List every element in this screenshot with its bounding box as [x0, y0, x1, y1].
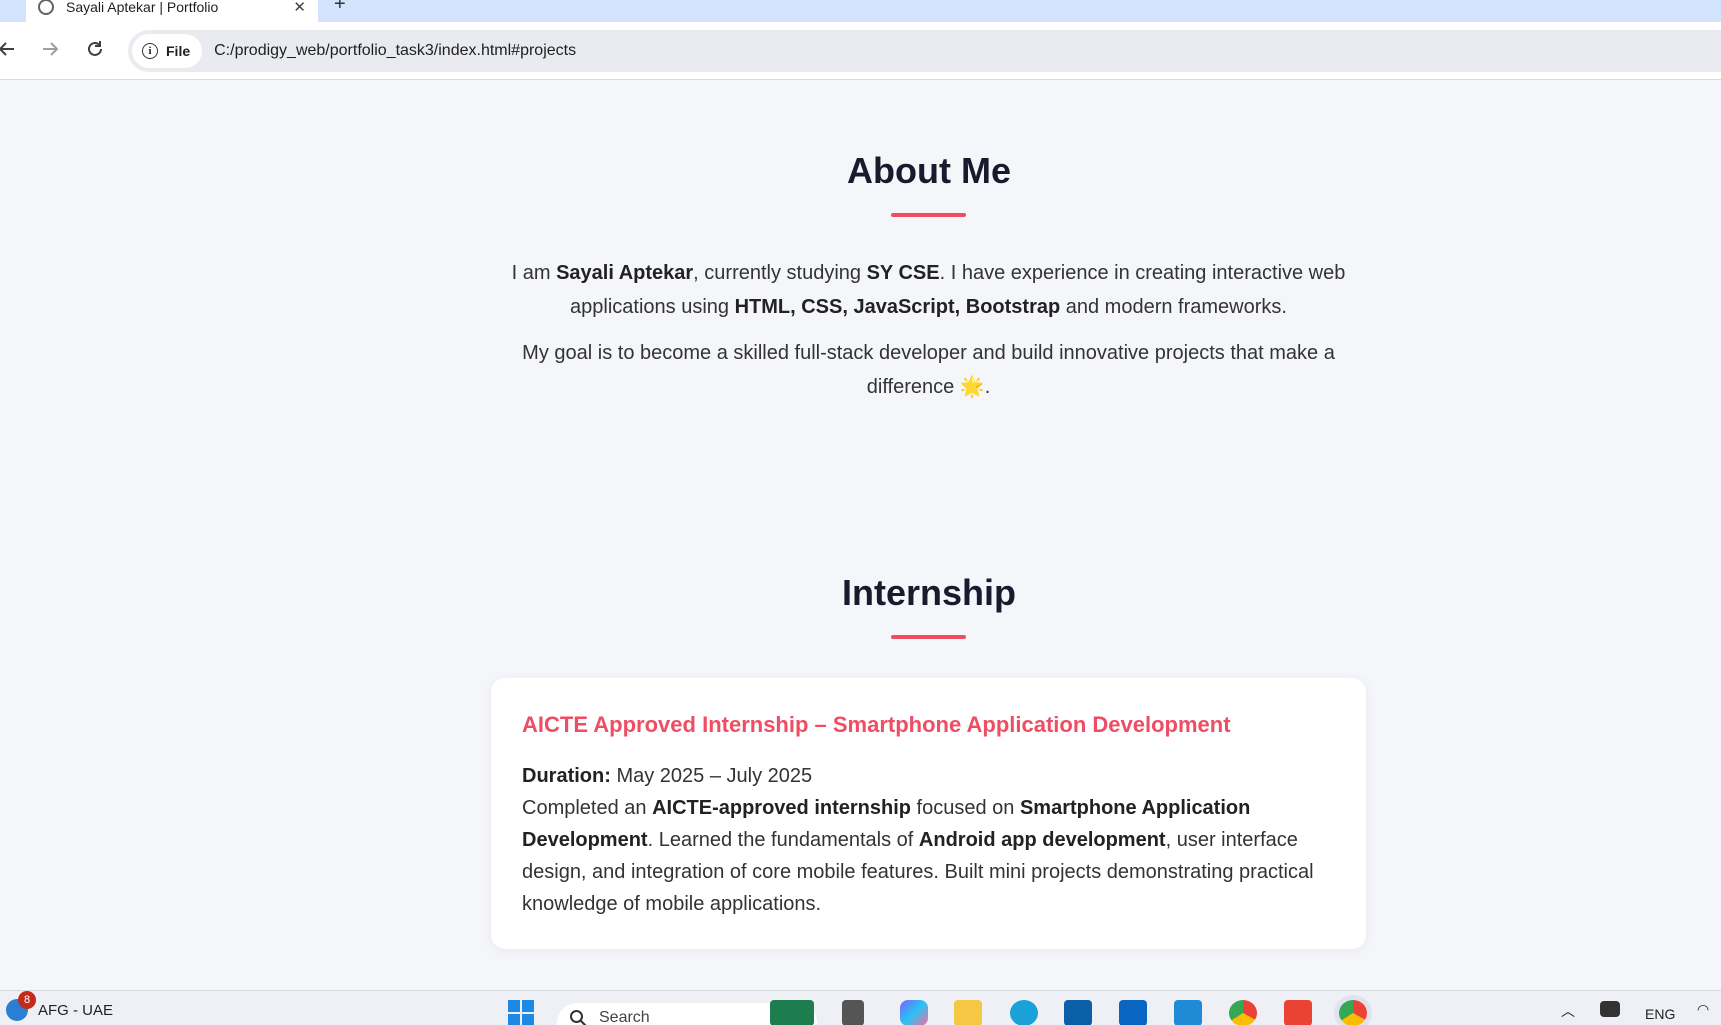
gmail-icon[interactable]: [1284, 1000, 1312, 1025]
internship-description: Duration: May 2025 – July 2025 Completed…: [522, 760, 1335, 920]
about-name: Sayali Aptekar: [556, 262, 694, 284]
about-title: About Me: [847, 150, 1011, 191]
forward-button[interactable]: [35, 34, 65, 64]
vscode-icon[interactable]: [1174, 1000, 1202, 1025]
star-icon: 🌟: [959, 376, 985, 398]
store-icon[interactable]: [1064, 1000, 1092, 1025]
about-paragraph-2: My goal is to become a skilled full-stac…: [490, 336, 1367, 404]
news-icon: 8: [6, 991, 36, 1021]
site-info-chip[interactable]: i File: [132, 34, 203, 68]
description-text: . Learned the fundamentals of: [647, 829, 919, 851]
address-bar[interactable]: i File C:/prodigy_web/portfolio_task3/in…: [128, 30, 1721, 72]
description-text: focused on: [910, 797, 1020, 819]
browser-toolbar: i File C:/prodigy_web/portfolio_task3/in…: [0, 22, 1721, 80]
new-tab-button[interactable]: +: [334, 0, 346, 16]
dell-icon[interactable]: [1119, 1000, 1147, 1025]
wifi-icon[interactable]: ◠: [1697, 1001, 1709, 1018]
chrome-icon[interactable]: [1229, 1000, 1257, 1025]
reload-button[interactable]: [80, 34, 110, 64]
search-icon: [570, 1010, 587, 1025]
internship-card: AICTE Approved Internship – Smartphone A…: [491, 678, 1366, 949]
internship-title: Internship: [841, 572, 1016, 613]
chevron-up-icon[interactable]: ︿: [1561, 1001, 1575, 1021]
internship-title-underline: [891, 635, 966, 639]
about-goal-text: My goal is to become a skilled full-stac…: [522, 342, 1335, 398]
search-placeholder: Search: [599, 1009, 650, 1025]
copilot-icon[interactable]: [900, 1000, 928, 1025]
task-view-icon[interactable]: [842, 1000, 864, 1025]
reload-icon: [88, 41, 102, 56]
arrow-left-icon: [0, 42, 14, 56]
back-button[interactable]: [0, 34, 22, 64]
about-text: , currently studying: [693, 262, 867, 284]
about-goal-end: .: [984, 376, 991, 398]
file-explorer-icon[interactable]: [954, 1000, 982, 1025]
about-text: and modern frameworks.: [1060, 296, 1287, 318]
close-tab-icon[interactable]: ✕: [293, 0, 306, 16]
about-text: I am: [511, 262, 557, 284]
chrome-active-icon[interactable]: [1339, 1000, 1367, 1025]
about-paragraph-1: I am Sayali Aptekar, currently studying …: [490, 256, 1367, 324]
notification-badge: 8: [18, 991, 36, 1009]
globe-icon: [38, 0, 54, 15]
about-course: SY CSE: [866, 262, 940, 284]
security-icon[interactable]: [1600, 1001, 1620, 1017]
internship-card-title: AICTE Approved Internship – Smartphone A…: [522, 712, 1231, 737]
info-icon: i: [142, 43, 158, 59]
duration-value: May 2025 – July 2025: [610, 765, 813, 787]
weather-widget[interactable]: 8 AFG - UAE: [6, 991, 114, 1021]
windows-start-icon[interactable]: [508, 1000, 536, 1025]
taskbar: 8 AFG - UAE Search ︿ ENG ◠: [0, 990, 1721, 1025]
about-title-underline: [891, 213, 966, 217]
description-bold: Android app development: [918, 829, 1166, 851]
browser-tab[interactable]: Sayali Aptekar | Portfolio ✕: [26, 0, 318, 22]
duration-label: Duration:: [522, 765, 611, 787]
description-text: Completed an: [522, 797, 653, 819]
edge-icon[interactable]: [1010, 1000, 1038, 1025]
tab-strip: Sayali Aptekar | Portfolio ✕ +: [0, 0, 1721, 22]
chalkboard-app-icon[interactable]: [770, 1000, 814, 1025]
description-bold: AICTE-approved internship: [652, 797, 911, 819]
language-indicator[interactable]: ENG: [1645, 1006, 1675, 1022]
about-skills: HTML, CSS, JavaScript, Bootstrap: [734, 296, 1061, 318]
tab-title: Sayali Aptekar | Portfolio: [66, 0, 219, 15]
site-chip-label: File: [166, 43, 191, 59]
url-text[interactable]: C:/prodigy_web/portfolio_task3/index.htm…: [214, 42, 576, 60]
arrow-right-icon: [43, 42, 59, 56]
weather-text: AFG - UAE: [38, 1001, 114, 1019]
